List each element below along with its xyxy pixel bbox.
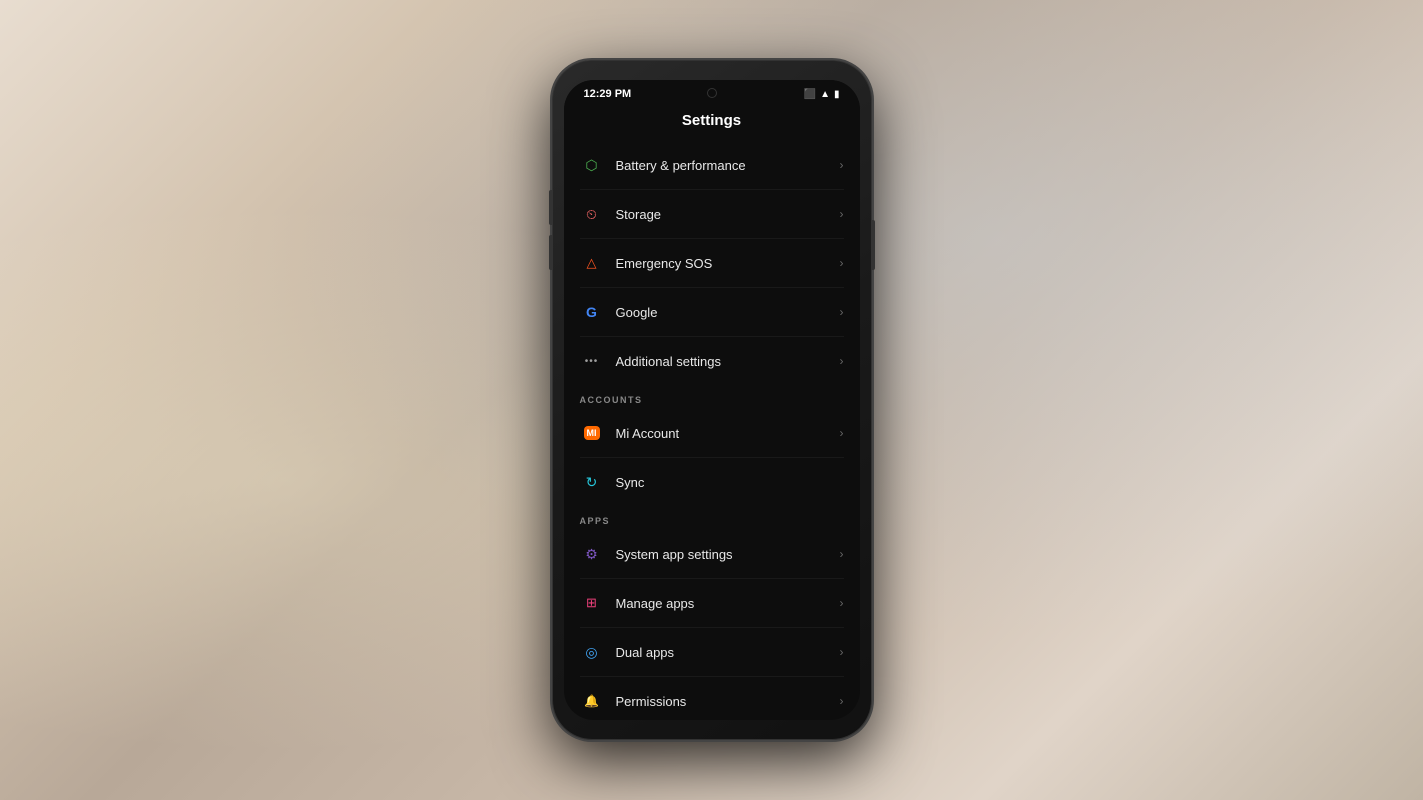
battery-chevron: › [840,158,844,172]
dual-apps-icon: ◎ [580,640,604,664]
battery-icon: ⬡ [580,153,604,177]
settings-item-google[interactable]: G Google › [564,288,860,336]
settings-item-sync[interactable]: ↻ Sync [564,458,860,506]
google-label: Google [616,305,840,320]
permissions-icon: 🔔 [580,689,604,712]
permissions-label: Permissions [616,694,840,709]
power-button [872,220,875,270]
storage-icon: ⏲ [580,202,604,226]
settings-screen[interactable]: Settings ⬡ Battery & performance › ⏲ Sto… [564,104,860,712]
google-chevron: › [840,305,844,319]
settings-item-storage[interactable]: ⏲ Storage › [564,190,860,238]
sos-icon: △ [580,251,604,275]
settings-item-system-app[interactable]: ⚙ System app settings › [564,530,860,578]
manage-apps-label: Manage apps [616,596,840,611]
storage-label: Storage [616,207,840,222]
battery-label: Battery & performance [616,158,840,173]
sos-chevron: › [840,256,844,270]
phone-device: 12:29 PM ⬛ ▲ ▮ Settings ⬡ Battery & perf… [552,60,872,740]
settings-item-additional[interactable]: ••• Additional settings › [564,337,860,385]
mi-account-label: Mi Account [616,426,840,441]
settings-item-dual-apps[interactable]: ◎ Dual apps › [564,628,860,676]
sos-label: Emergency SOS [616,256,840,271]
battery-status-icon: ▮ [834,89,840,100]
dual-apps-chevron: › [840,645,844,659]
additional-label: Additional settings [616,354,840,369]
camera-notch [707,88,717,98]
settings-item-permissions[interactable]: 🔔 Permissions › [564,677,860,712]
settings-item-sos[interactable]: △ Emergency SOS › [564,239,860,287]
mi-account-chevron: › [840,426,844,440]
manage-apps-icon: ⊞ [580,591,604,615]
mi-account-icon: MI [580,421,604,445]
settings-title: Settings [564,104,860,141]
sync-label: Sync [616,475,844,490]
phone-screen: 12:29 PM ⬛ ▲ ▮ Settings ⬡ Battery & perf… [564,80,860,720]
sim-icon: ⬛ [804,89,816,100]
manage-apps-chevron: › [840,596,844,610]
storage-chevron: › [840,207,844,221]
dual-apps-label: Dual apps [616,645,840,660]
volume-down-button [549,235,552,270]
additional-chevron: › [840,354,844,368]
system-app-icon: ⚙ [580,542,604,566]
wifi-icon: ▲ [820,89,830,100]
settings-item-mi-account[interactable]: MI Mi Account › [564,409,860,457]
accounts-section-header: ACCOUNTS [564,385,860,409]
settings-item-battery[interactable]: ⬡ Battery & performance › [564,141,860,189]
settings-item-manage-apps[interactable]: ⊞ Manage apps › [564,579,860,627]
apps-section-header: APPS [564,506,860,530]
system-app-label: System app settings [616,547,840,562]
additional-settings-icon: ••• [580,349,604,373]
permissions-chevron: › [840,694,844,708]
system-app-chevron: › [840,547,844,561]
status-icons: ⬛ ▲ ▮ [804,89,840,100]
sync-icon: ↻ [580,470,604,494]
status-time: 12:29 PM [584,88,632,100]
google-icon: G [580,300,604,324]
volume-up-button [549,190,552,225]
